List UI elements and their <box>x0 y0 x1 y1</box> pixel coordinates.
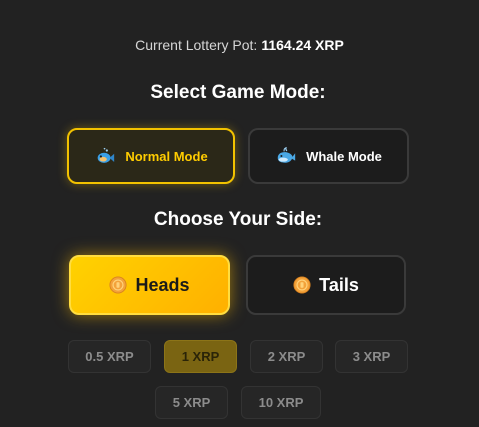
amount-10-xrp-button[interactable]: 10 XRP <box>241 386 321 419</box>
amount-0.5-xrp-button[interactable]: 0.5 XRP <box>68 340 151 373</box>
coin-icon <box>109 276 128 294</box>
amount-5-xrp-button[interactable]: 5 XRP <box>155 386 228 419</box>
heads-button[interactable]: Heads <box>69 255 230 315</box>
lottery-pot: Current Lottery Pot: 1164.24 XRP <box>0 37 479 53</box>
tails-button[interactable]: Tails <box>246 255 406 315</box>
fish-icon <box>97 147 115 163</box>
lottery-pot-label: Current Lottery Pot: <box>135 37 258 53</box>
whale-icon <box>277 146 296 163</box>
whale-mode-button[interactable]: Whale Mode <box>248 128 409 184</box>
normal-mode-button[interactable]: Normal Mode <box>67 128 235 184</box>
amount-3-xrp-button[interactable]: 3 XRP <box>335 340 408 373</box>
whale-mode-label: Whale Mode <box>306 148 382 164</box>
tails-label: Tails <box>319 274 359 295</box>
choose-side-heading: Choose Your Side: <box>153 209 323 230</box>
coin-icon <box>293 276 311 294</box>
amount-1-xrp-button[interactable]: 1 XRP <box>164 340 237 373</box>
amount-2-xrp-button[interactable]: 2 XRP <box>250 340 323 373</box>
heads-label: Heads <box>135 274 190 295</box>
lottery-pot-value: 1164.24 XRP <box>261 37 344 53</box>
normal-mode-label: Normal Mode <box>125 148 208 164</box>
game-mode-heading: Select Game Mode: <box>150 82 326 103</box>
